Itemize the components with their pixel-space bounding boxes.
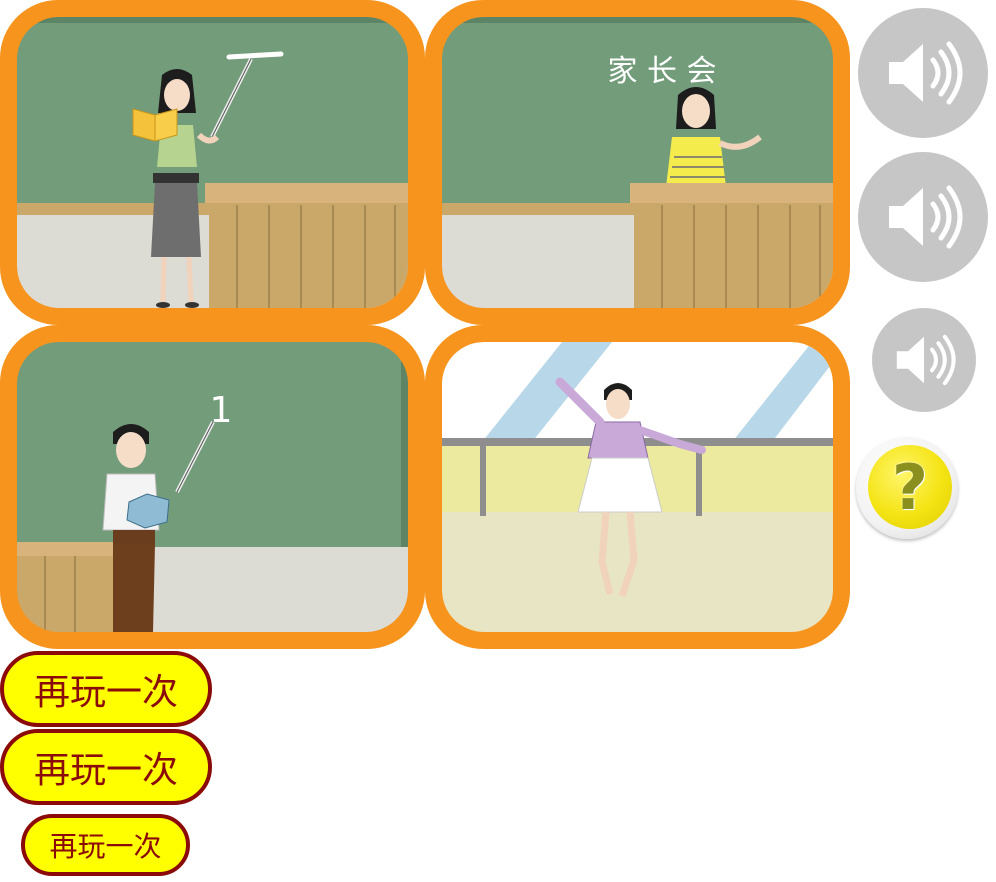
speaker-icon [896, 334, 956, 386]
replay-button-label: 再玩一次 [49, 830, 162, 863]
speaker-icon [889, 41, 963, 105]
audio-button-1[interactable] [858, 8, 988, 138]
speaker-icon [889, 185, 963, 249]
replay-button-1[interactable]: 再玩一次 [0, 651, 212, 727]
scene-3-illustration: 1 [17, 342, 408, 632]
replay-button-label: 再玩一次 [33, 672, 178, 713]
scene-card-1[interactable]: 一 [0, 0, 425, 325]
scene-2-illustration: 家 长 会 [442, 17, 833, 308]
replay-button-2[interactable]: 再玩一次 [0, 729, 212, 805]
scene-1-illustration [17, 17, 408, 308]
replay-button-label: 再玩一次 [33, 750, 178, 791]
scene-2-board-text: 家 长 会 [607, 54, 716, 89]
scene-card-4[interactable] [425, 325, 850, 649]
replay-button-3[interactable]: 再玩一次 [21, 814, 190, 876]
audio-button-2[interactable] [858, 152, 988, 282]
question-mark-icon: ? [868, 445, 952, 529]
audio-button-3[interactable] [872, 308, 976, 412]
help-glyph: ? [892, 451, 928, 524]
scene-4-illustration [442, 342, 833, 632]
scene-card-3[interactable]: 1 [0, 325, 425, 649]
scene-card-2[interactable]: 家 长 会 [425, 0, 850, 325]
help-button[interactable]: ? [856, 437, 958, 539]
